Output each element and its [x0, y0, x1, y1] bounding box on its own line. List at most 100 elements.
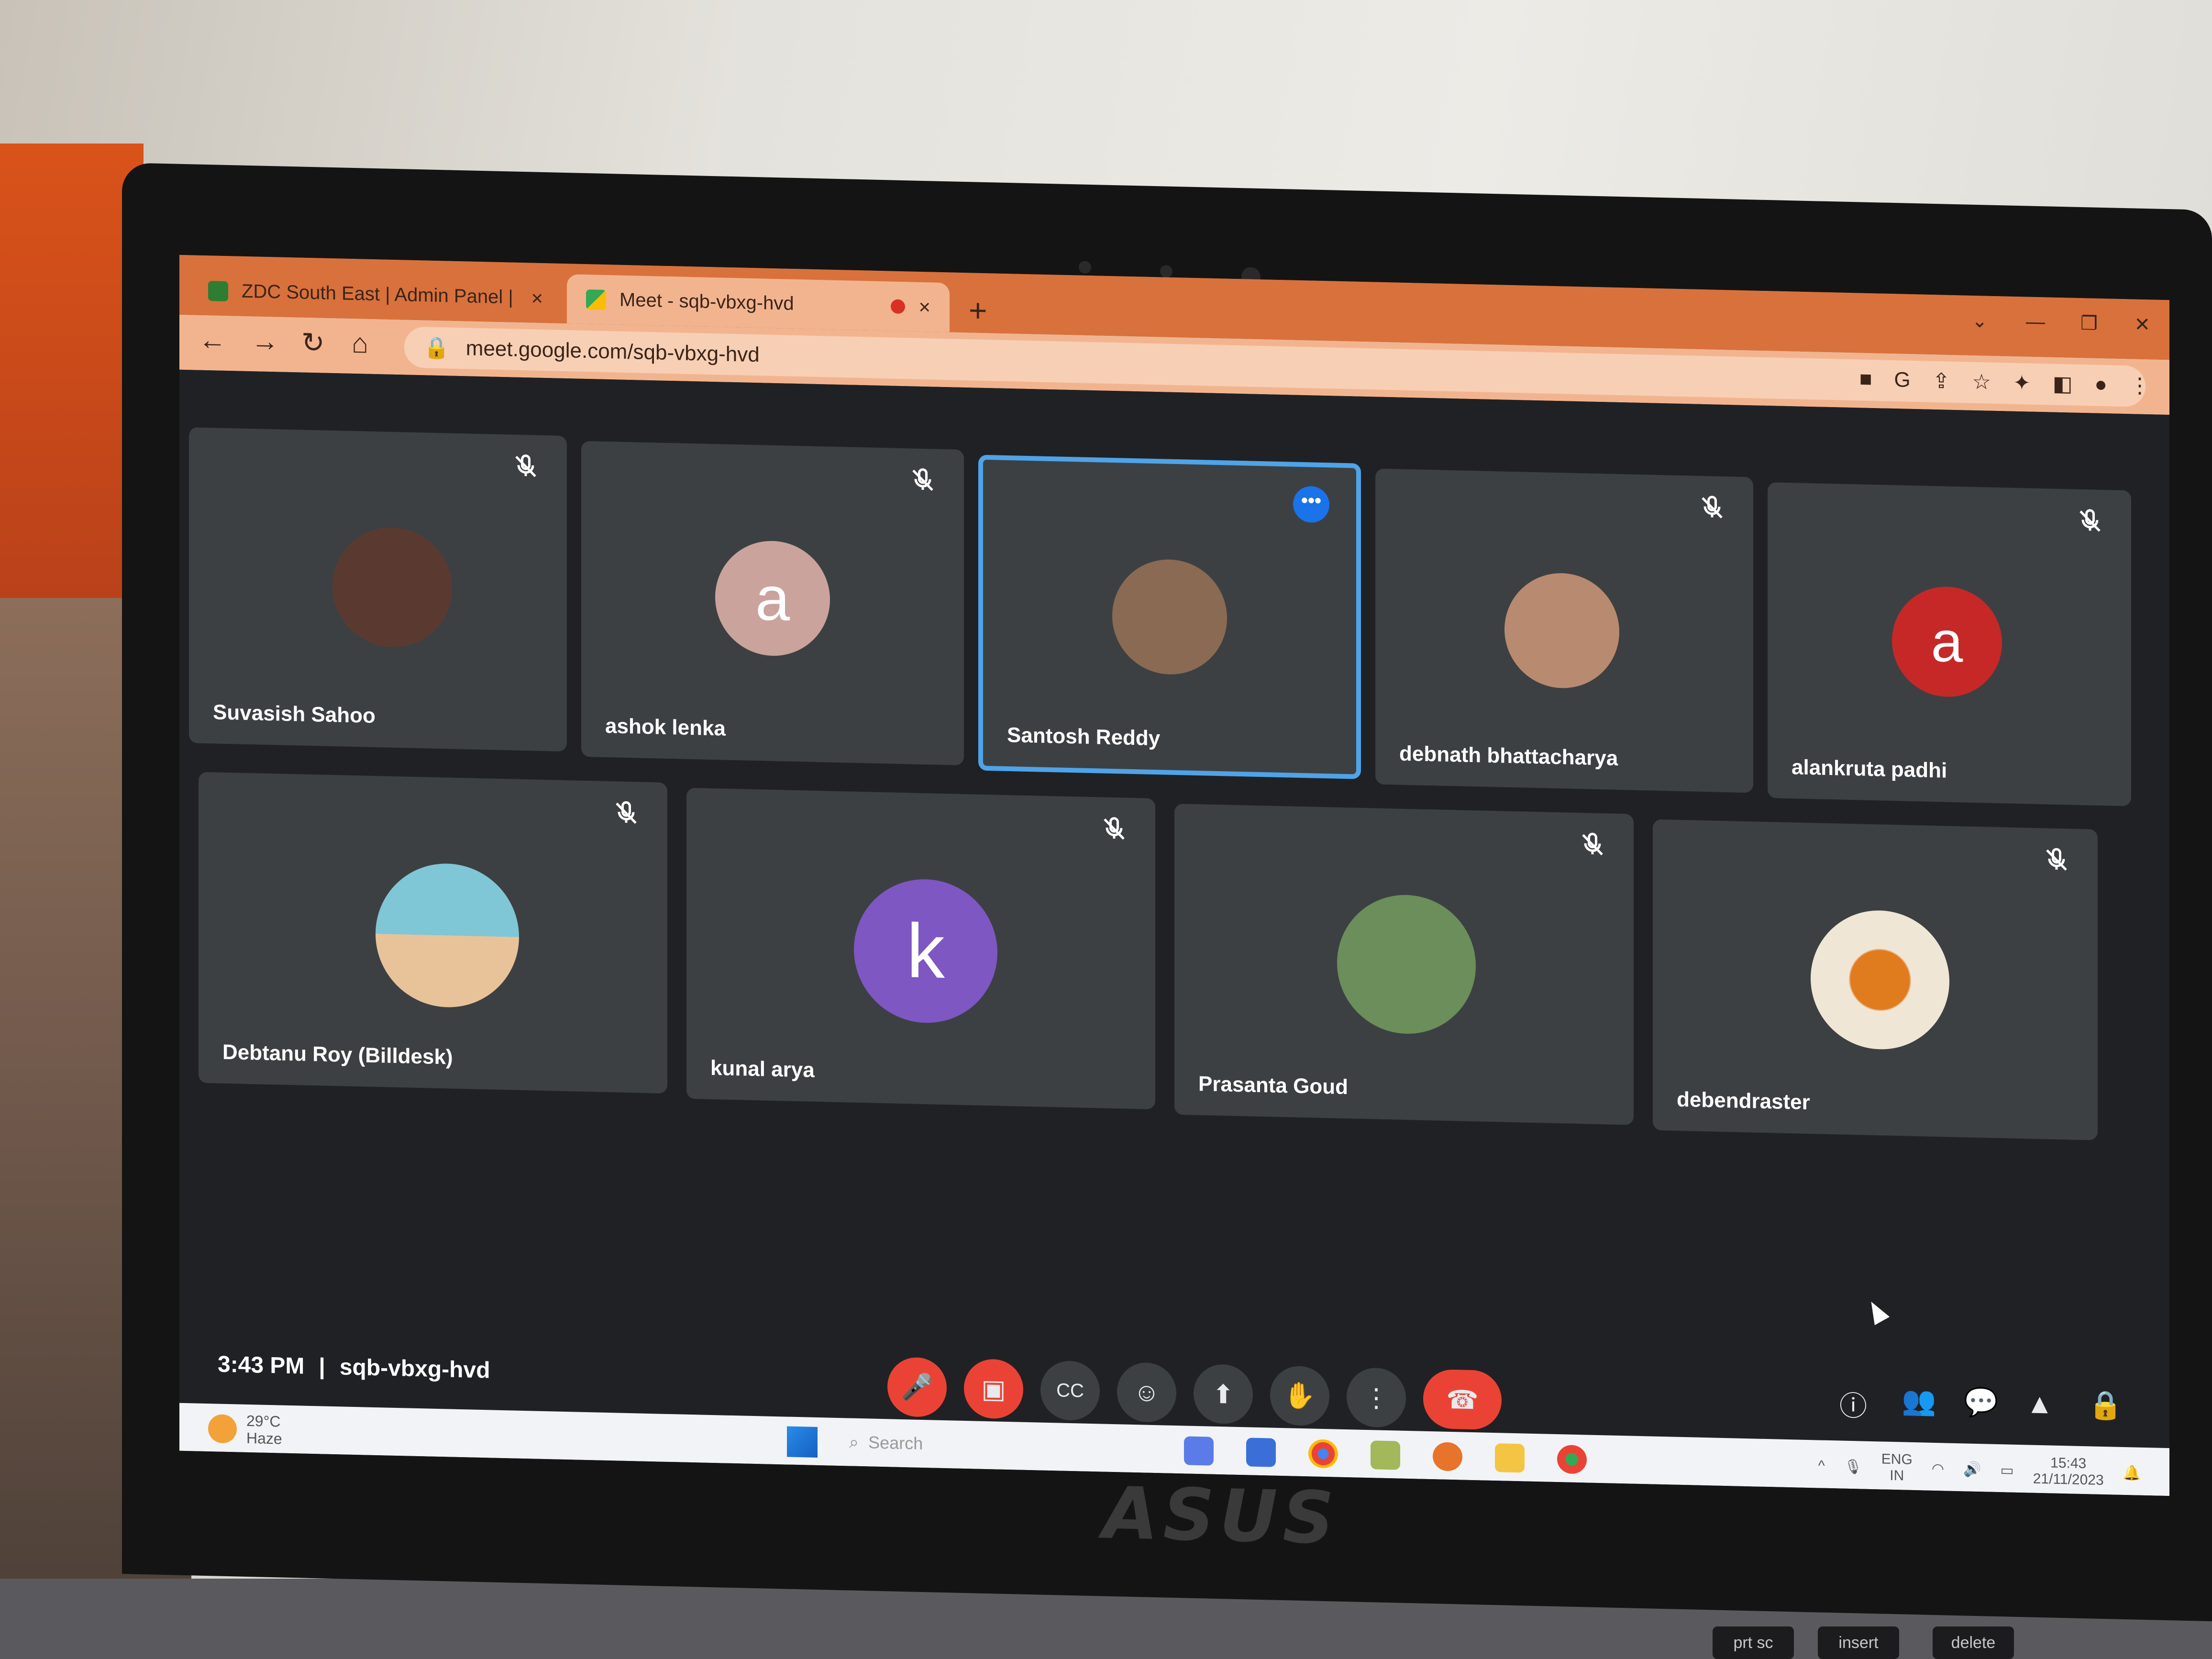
- captions-button[interactable]: CC: [1040, 1360, 1100, 1421]
- participant-tile[interactable]: Prasanta Goud: [1174, 803, 1634, 1125]
- mic-muted-icon: [1104, 817, 1125, 840]
- clock[interactable]: 15:43 21/11/2023: [2033, 1455, 2104, 1489]
- chrome-profile-app-icon[interactable]: [1557, 1445, 1587, 1474]
- admin-favicon-icon: [208, 280, 228, 301]
- participant-name: Prasanta Goud: [1198, 1072, 1348, 1099]
- forward-icon[interactable]: →: [251, 325, 279, 357]
- participant-name: Suvasish Sahoo: [213, 700, 376, 728]
- volume-icon[interactable]: 🔊: [1963, 1461, 1981, 1478]
- window-close-icon[interactable]: ✕: [2134, 313, 2150, 336]
- home-icon[interactable]: ⌂: [352, 327, 368, 360]
- laptop-brand-logo: ASUS: [1103, 1471, 1339, 1560]
- firefox-app-icon[interactable]: [1433, 1442, 1462, 1471]
- weather-sun-icon: [208, 1414, 237, 1444]
- letter-avatar: a: [715, 540, 830, 657]
- profile-avatar-icon[interactable]: ●: [2094, 373, 2107, 398]
- language-code: ENG: [1881, 1451, 1913, 1468]
- chat-app-icon[interactable]: [1184, 1436, 1214, 1466]
- mic-muted-icon: [2046, 848, 2067, 871]
- taskbar-search[interactable]: ⌕ Search: [840, 1427, 1136, 1464]
- participant-tile[interactable]: Debtanu Roy (Billdesk): [199, 772, 667, 1094]
- clock-date: 21/11/2023: [2033, 1471, 2104, 1489]
- weather-condition: Haze: [246, 1429, 282, 1448]
- recording-indicator-icon: [891, 299, 906, 314]
- restore-icon[interactable]: ❐: [2080, 312, 2098, 335]
- camera-indicator-icon[interactable]: ■: [1859, 367, 1872, 392]
- end-call-button[interactable]: ☎: [1423, 1369, 1502, 1430]
- language-indicator[interactable]: ENG IN: [1881, 1451, 1913, 1484]
- tab-close-icon[interactable]: ×: [918, 295, 930, 319]
- new-tab-button[interactable]: +: [969, 292, 987, 329]
- extensions-puzzle-icon[interactable]: ✦: [2013, 371, 2031, 396]
- captions-icon: CC: [1056, 1379, 1084, 1402]
- mic-muted-icon: [515, 454, 536, 477]
- webcam-sensor-left: [1079, 261, 1091, 274]
- hand-icon: ✋: [1283, 1381, 1316, 1411]
- laptop-screen: ZDC South East | Admin Panel | × Meet - …: [179, 254, 2169, 1496]
- key-prtsc: prt sc: [1713, 1626, 1794, 1659]
- microphone-tray-icon[interactable]: 🎙: [1844, 1458, 1862, 1475]
- participant-photo-avatar: [1112, 558, 1227, 676]
- clock-time: 15:43: [2050, 1455, 2087, 1472]
- tab-meet[interactable]: Meet - sqb-vbxg-hvd ×: [567, 274, 950, 332]
- meta-separator: |: [319, 1354, 325, 1380]
- minimize-icon[interactable]: —: [2026, 311, 2045, 333]
- letter-avatar: a: [1892, 585, 2002, 698]
- participant-tile[interactable]: debendraster: [1653, 819, 2098, 1140]
- participant-photo-avatar: [1504, 572, 1619, 690]
- participant-tile[interactable]: k kunal arya: [686, 787, 1155, 1110]
- activities-icon[interactable]: ▲: [2026, 1387, 2053, 1420]
- more-options-button[interactable]: ⋮: [1347, 1367, 1406, 1428]
- info-icon[interactable]: ⓘ: [1839, 1383, 1867, 1424]
- chrome-app-icon[interactable]: [1308, 1439, 1338, 1469]
- mic-muted-icon: [1582, 832, 1603, 855]
- reload-icon[interactable]: ↻: [301, 326, 325, 359]
- side-panel-icon[interactable]: ◧: [2053, 372, 2073, 397]
- mic-muted-icon: [912, 468, 933, 491]
- people-icon[interactable]: 👥: [1902, 1384, 1936, 1418]
- meeting-code: sqb-vbxg-hvd: [339, 1354, 490, 1383]
- participant-tile-active-speaker[interactable]: ••• Santosh Reddy: [978, 454, 1361, 779]
- chat-icon[interactable]: 💬: [1964, 1386, 1998, 1419]
- mic-off-button[interactable]: 🎤: [887, 1357, 947, 1418]
- wifi-icon[interactable]: ◠: [1932, 1460, 1944, 1477]
- windows-start-icon[interactable]: [787, 1426, 818, 1458]
- more-options-icon[interactable]: •••: [1293, 486, 1329, 523]
- raise-hand-button[interactable]: ✋: [1270, 1365, 1329, 1427]
- tab-search-icon[interactable]: ⌄: [1971, 310, 1988, 332]
- widgets-app-icon[interactable]: [1246, 1438, 1276, 1467]
- present-button[interactable]: ⬆: [1194, 1363, 1253, 1425]
- mic-off-icon: 🎤: [901, 1372, 933, 1402]
- participant-name: kunal arya: [710, 1056, 815, 1082]
- battery-icon[interactable]: ▭: [2000, 1462, 2013, 1479]
- participant-tile[interactable]: a alankruta padhi: [1768, 482, 2131, 807]
- emoji-button[interactable]: ☺: [1117, 1362, 1176, 1423]
- search-placeholder: Search: [868, 1432, 923, 1453]
- store-app-icon[interactable]: [1371, 1440, 1400, 1470]
- google-icon[interactable]: G: [1894, 368, 1910, 393]
- participant-photo-avatar: [332, 526, 452, 649]
- bookmark-star-icon[interactable]: ☆: [1972, 370, 1991, 395]
- participant-tile[interactable]: a ashok lenka: [581, 441, 964, 765]
- weather-temperature: 29°C: [246, 1412, 281, 1430]
- tab-close-icon[interactable]: ×: [531, 287, 543, 310]
- tray-chevron-icon[interactable]: ^: [1818, 1458, 1825, 1474]
- weather-widget[interactable]: 29°C Haze: [208, 1411, 282, 1448]
- url-text: meet.google.com/sqb-vbxg-hvd: [465, 336, 760, 367]
- participant-tile[interactable]: debnath bhattacharya: [1375, 468, 1753, 793]
- file-explorer-icon[interactable]: [1495, 1443, 1525, 1473]
- camera-off-icon: ▣: [981, 1374, 1006, 1404]
- camera-off-button[interactable]: ▣: [964, 1358, 1023, 1419]
- host-controls-icon[interactable]: 🔒: [2088, 1389, 2123, 1422]
- notification-bell-icon[interactable]: 🔔: [2123, 1464, 2141, 1482]
- participant-name: ashok lenka: [605, 714, 726, 741]
- mic-muted-icon: [616, 801, 637, 824]
- browser-menu-icon[interactable]: ⋮: [2129, 373, 2150, 398]
- tab-admin-panel[interactable]: ZDC South East | Admin Panel | ×: [189, 265, 562, 323]
- mic-muted-icon: [1702, 496, 1723, 519]
- tab-title: ZDC South East | Admin Panel |: [242, 280, 513, 308]
- back-icon[interactable]: ←: [199, 324, 226, 356]
- participant-tile[interactable]: Suvasish Sahoo: [189, 427, 567, 752]
- lock-icon: 🔒: [423, 336, 450, 360]
- share-icon[interactable]: ⇪: [1933, 369, 1950, 394]
